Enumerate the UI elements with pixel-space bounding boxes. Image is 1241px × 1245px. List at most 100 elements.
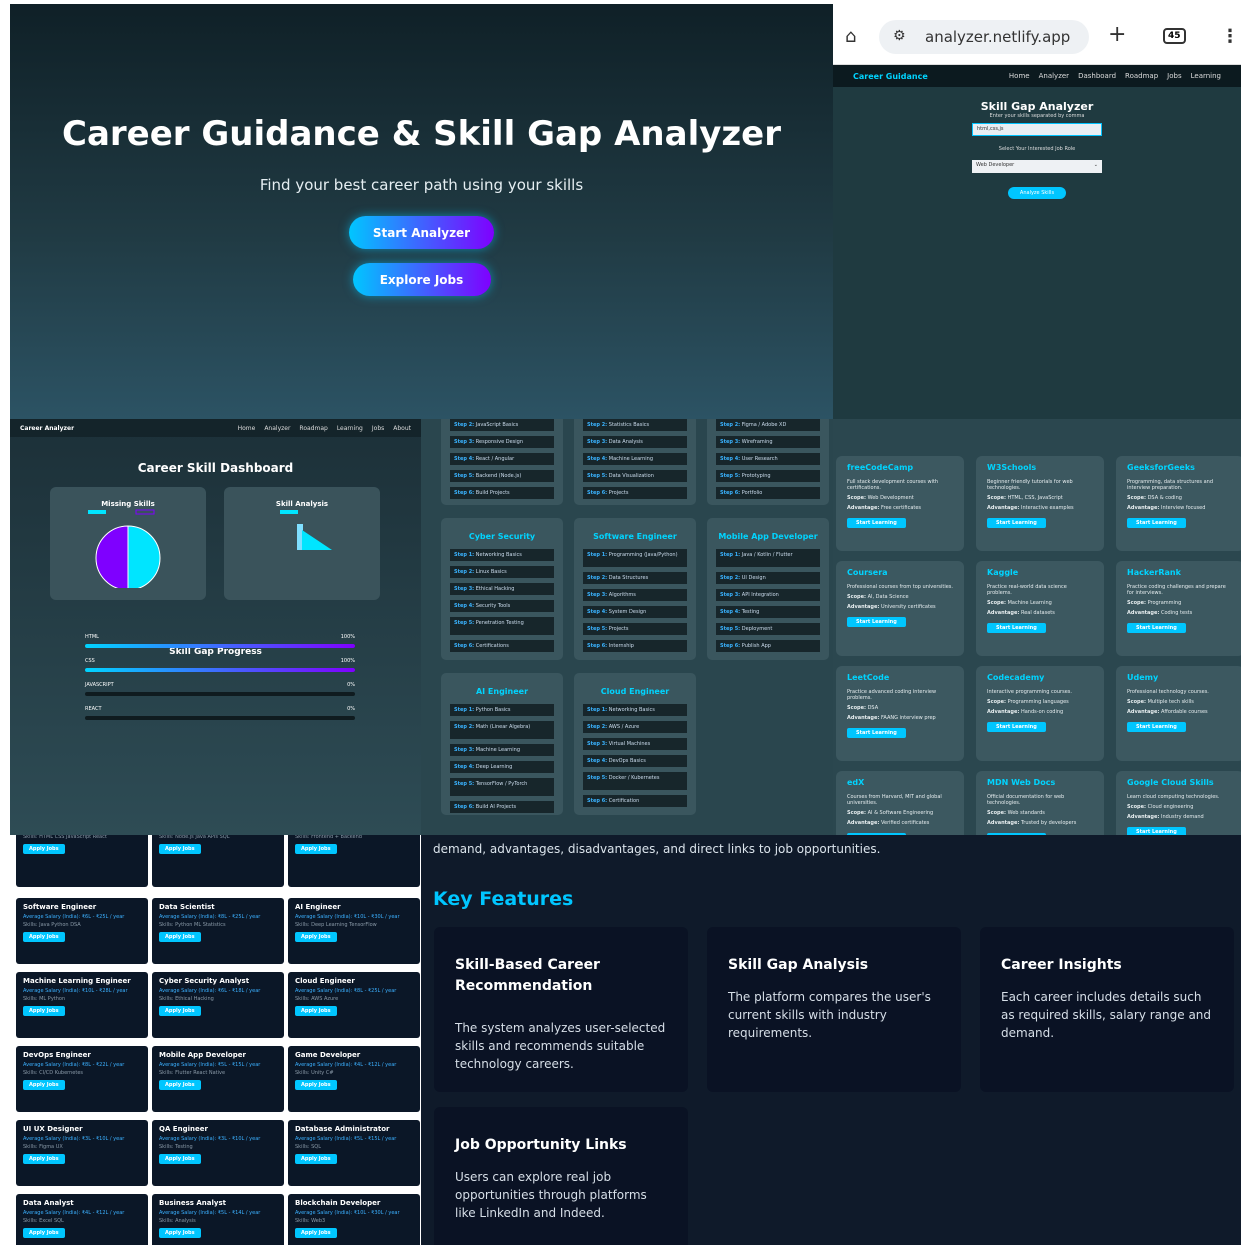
home-icon[interactable]: ⌂: [845, 26, 856, 47]
apply-jobs-button[interactable]: Apply Jobs: [295, 932, 337, 942]
nav-roadmap[interactable]: Roadmap: [299, 425, 327, 432]
analyze-skills-button[interactable]: Analyze Skills: [1007, 187, 1067, 199]
apply-jobs-button[interactable]: Apply Jobs: [23, 1080, 65, 1090]
apply-jobs-button[interactable]: Apply Jobs: [159, 1154, 201, 1164]
roadmap-step: Step 3: Virtual Machines: [583, 738, 687, 750]
job-skills: Skills: Deep Learning TensorFlow: [295, 922, 377, 928]
platform-desc: Professional technology courses.: [1127, 689, 1209, 695]
platform-name: freeCodeCamp: [847, 463, 914, 472]
apply-jobs-button[interactable]: Apply Jobs: [159, 844, 201, 854]
platform-desc: Official documentation for web technolog…: [987, 794, 1065, 806]
progress-fill: [85, 644, 355, 648]
nav-jobs[interactable]: Jobs: [372, 425, 384, 432]
roadmap-title: Mobile App Developer: [718, 532, 818, 541]
apply-jobs-button[interactable]: Apply Jobs: [295, 1228, 337, 1238]
nav-about[interactable]: About: [393, 425, 411, 432]
site-settings-icon[interactable]: ⚙: [893, 28, 906, 44]
job-skills: Skills: HTML CSS JavaScript React: [23, 835, 107, 840]
start-learning-button[interactable]: Start Learning: [1127, 623, 1186, 633]
jobs-screenshot: Average Salary (India): ₹4L - ₹12L / yea…: [10, 835, 421, 1245]
job-card: QA Engineer Average Salary (India): ₹3L -…: [152, 1120, 284, 1186]
job-salary: Average Salary (India): ₹4L - ₹12L / yea…: [23, 1210, 125, 1216]
apply-jobs-button[interactable]: Apply Jobs: [23, 1006, 65, 1016]
learning-card: edX Courses from Harvard, MIT and global …: [836, 771, 964, 835]
apply-jobs-button[interactable]: Apply Jobs: [159, 1006, 201, 1016]
job-skills: Skills: Python ML Statistics: [159, 922, 226, 928]
learning-resources-screenshot: freeCodeCamp Full stack development cours…: [833, 419, 1241, 835]
start-learning-button[interactable]: Start Learning: [987, 518, 1046, 528]
nav-brand[interactable]: Career Guidance: [853, 72, 928, 81]
nav-roadmap[interactable]: Roadmap: [1125, 72, 1158, 80]
nav-jobs[interactable]: Jobs: [1167, 72, 1181, 80]
address-bar[interactable]: ⚙ analyzer.netlify.app: [879, 20, 1089, 54]
roadmap-step: Step 5: Penetration Testing: [450, 617, 554, 635]
roadmap-step: Step 1: Java / Kotlin / Flutter: [716, 549, 820, 567]
learning-card: W3Schools Beginner friendly tutorials for…: [976, 456, 1104, 551]
apply-jobs-button[interactable]: Apply Jobs: [23, 1228, 65, 1238]
apply-jobs-button[interactable]: Apply Jobs: [23, 844, 65, 854]
start-learning-button[interactable]: Start Learning: [1127, 722, 1186, 732]
start-learning-button[interactable]: Start Learning: [1127, 518, 1186, 528]
explore-jobs-button[interactable]: Explore Jobs: [352, 263, 491, 296]
roadmap-step: Step 3: Data Analysis: [583, 436, 687, 448]
feature-desc: The system analyzes user-selected skills…: [455, 1021, 666, 1071]
feature-desc: The platform compares the user's current…: [728, 990, 931, 1040]
new-tab-icon[interactable]: +: [1108, 22, 1126, 47]
roadmap-card: Mobile App Developer Step 1: Java / Kotli…: [707, 518, 829, 660]
nav-analyzer[interactable]: Analyzer: [264, 425, 290, 432]
legend-swatch: [280, 510, 298, 514]
roadmap-step: Step 2: Statistics Basics: [583, 419, 687, 431]
learning-card: Udemy Professional technology courses. Sco…: [1116, 666, 1241, 761]
platform-scope: Scope: Programming: [1127, 600, 1182, 606]
roadmap-step: Step 4: DevOps Basics: [583, 755, 687, 767]
nav-home[interactable]: Home: [1009, 72, 1030, 80]
start-learning-button[interactable]: Start Learning: [987, 722, 1046, 732]
roadmap-card: Cloud Engineer Step 1: Networking Basics S…: [574, 673, 696, 815]
job-salary: Average Salary (India): ₹3L - ₹10L / yea…: [159, 1136, 261, 1142]
skills-input[interactable]: html,css,js: [972, 123, 1102, 136]
start-learning-button[interactable]: Start Learning: [847, 617, 906, 627]
roadmap-title: Cloud Engineer: [600, 687, 670, 696]
start-learning-button[interactable]: Start Learning: [847, 728, 906, 738]
job-skills: Skills: CI/CD Kubernetes: [23, 1070, 83, 1076]
start-learning-button[interactable]: Start Learning: [847, 518, 906, 528]
platform-desc: Beginner friendly tutorials for web tech…: [987, 479, 1073, 491]
apply-jobs-button[interactable]: Apply Jobs: [159, 1080, 201, 1090]
apply-jobs-button[interactable]: Apply Jobs: [295, 1080, 337, 1090]
nav-learning[interactable]: Learning: [1191, 72, 1221, 80]
job-salary: Average Salary (India): ₹3L - ₹10L / yea…: [23, 1136, 125, 1142]
nav-home[interactable]: Home: [238, 425, 256, 432]
start-analyzer-button[interactable]: Start Analyzer: [349, 216, 494, 249]
apply-jobs-button[interactable]: Apply Jobs: [295, 1006, 337, 1016]
apply-jobs-button[interactable]: Apply Jobs: [295, 844, 337, 854]
skill-progress-row: REACT 0%: [85, 706, 355, 712]
hero-section: Career Guidance & Skill Gap Analyzer Fin…: [10, 4, 833, 419]
nav-dashboard[interactable]: Dashboard: [1078, 72, 1116, 80]
platform-advantage: Advantage: Industry demand: [1127, 814, 1204, 820]
apply-jobs-button[interactable]: Apply Jobs: [159, 932, 201, 942]
nav-brand[interactable]: Career Analyzer: [20, 425, 74, 432]
roadmap-step: Step 3: Ethical Hacking: [450, 583, 554, 595]
platform-desc: Professional courses from top universiti…: [847, 584, 953, 590]
skill-analysis-card: Skill Analysis: [224, 487, 380, 600]
analyzer-card: Skill Gap Analyzer Enter your skills sep…: [833, 100, 1241, 199]
more-menu-icon[interactable]: ⋮: [1221, 26, 1239, 47]
nav-learning[interactable]: Learning: [337, 425, 363, 432]
start-learning-button[interactable]: Start Learning: [1127, 827, 1186, 835]
job-skills: Skills: Testing: [159, 1144, 193, 1150]
platform-scope: Scope: Web standards: [987, 810, 1045, 816]
job-role-select[interactable]: Web Developer ⌄: [972, 160, 1102, 173]
roadmap-card: Cyber Security Step 1: Networking Basics S…: [441, 518, 563, 660]
apply-jobs-button[interactable]: Apply Jobs: [295, 1154, 337, 1164]
tab-count[interactable]: 45: [1163, 28, 1186, 44]
roadmap-step: Step 5: Deployment: [716, 623, 820, 635]
start-learning-button[interactable]: Start Learning: [987, 623, 1046, 633]
apply-jobs-button[interactable]: Apply Jobs: [23, 1154, 65, 1164]
job-title: AI Engineer: [295, 903, 341, 911]
job-title: Blockchain Developer: [295, 1199, 381, 1207]
apply-jobs-button[interactable]: Apply Jobs: [159, 1228, 201, 1238]
nav-analyzer[interactable]: Analyzer: [1039, 72, 1069, 80]
roadmap-step: Step 3: Wireframing: [716, 436, 820, 448]
roadmap-title: Software Engineer: [593, 532, 677, 541]
apply-jobs-button[interactable]: Apply Jobs: [23, 932, 65, 942]
